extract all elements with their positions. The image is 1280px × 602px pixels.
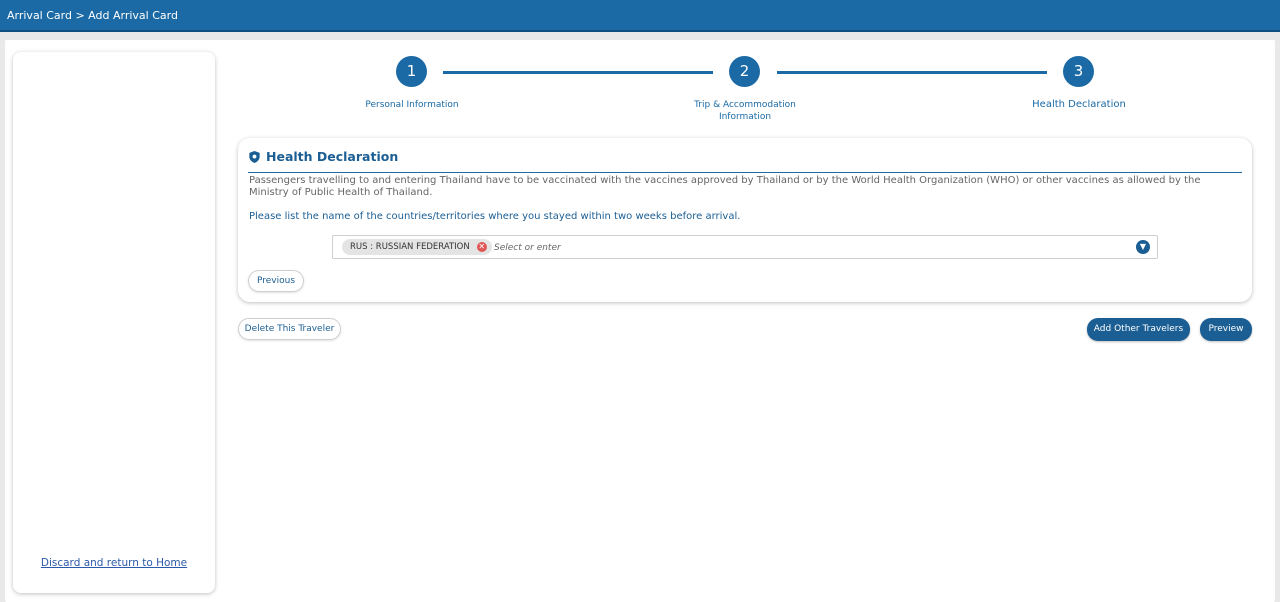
selected-country-label: RUS : RUSSIAN FEDERATION — [350, 242, 470, 252]
step-1-label: Personal Information — [365, 100, 459, 110]
step-connector — [443, 71, 713, 74]
countries-multiselect[interactable]: RUS : RUSSIAN FEDERATION ✕ ▼ — [332, 235, 1158, 259]
remove-tag-icon[interactable]: ✕ — [476, 242, 487, 252]
countries-question: Please list the name of the countries/te… — [249, 211, 741, 222]
section-title-text: Health Declaration — [266, 149, 399, 164]
delete-traveler-button[interactable]: Delete This Traveler — [238, 318, 341, 340]
preview-button[interactable]: Preview — [1200, 318, 1252, 341]
country-search-input[interactable] — [494, 241, 1094, 254]
breadcrumb: Arrival Card > Add Arrival Card — [7, 9, 178, 22]
top-bar: Arrival Card > Add Arrival Card — [0, 0, 1280, 32]
step-3-label: Health Declaration — [1032, 99, 1126, 110]
previous-button[interactable]: Previous — [248, 270, 304, 292]
step-2-label: Trip & Accommodation Information — [694, 100, 796, 122]
title-divider — [248, 172, 1242, 173]
step-3-circle[interactable]: 3 — [1063, 56, 1094, 87]
vaccination-notice: Passengers travelling to and entering Th… — [249, 175, 1201, 198]
step-2-circle[interactable]: 2 — [729, 56, 760, 87]
sidebar-panel: Discard and return to Home — [13, 52, 215, 593]
discard-and-return-home-link[interactable]: Discard and return to Home — [13, 557, 215, 569]
health-declaration-card: Health Declaration Passengers travelling… — [238, 138, 1252, 302]
add-other-travelers-button[interactable]: Add Other Travelers — [1087, 318, 1190, 341]
step-connector — [777, 71, 1047, 74]
selected-country-tag: RUS : RUSSIAN FEDERATION ✕ — [342, 239, 492, 255]
shield-icon — [249, 151, 260, 163]
chevron-down-icon[interactable]: ▼ — [1136, 240, 1150, 254]
step-1-circle[interactable]: 1 — [396, 56, 427, 87]
